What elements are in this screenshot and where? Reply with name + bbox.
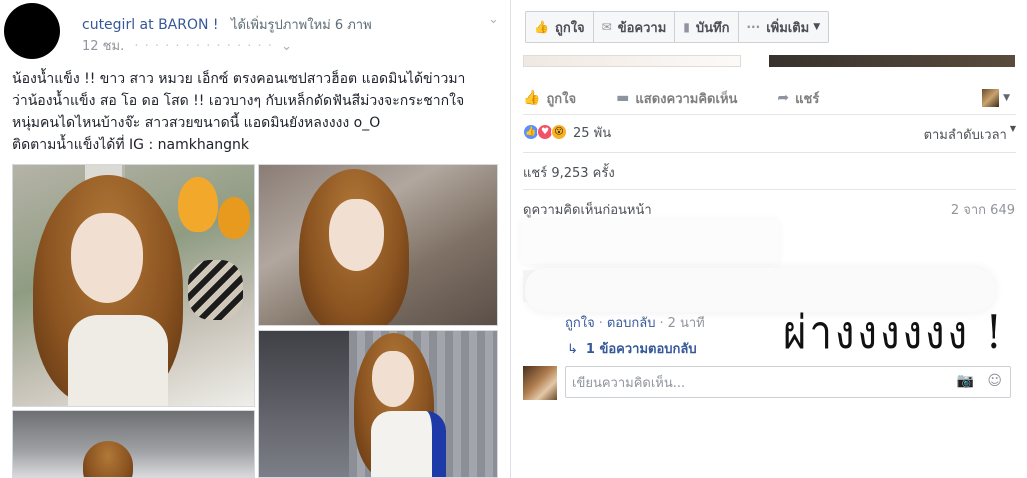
comments-panel: 👍 ถูกใจ ✉ ข้อความ ▮ บันทึก ··· เพิ่มเติม… <box>510 0 1027 478</box>
view-replies-link[interactable]: ↳ 1 ข้อความตอบกลับ <box>567 338 697 359</box>
like-label: ถูกใจ <box>546 91 577 107</box>
thumbs-up-icon: 👍 <box>534 20 549 34</box>
photo-character-dress <box>68 315 168 406</box>
comment-as-selector[interactable]: ▼ <box>982 88 1010 108</box>
photo-character-dress <box>371 411 446 477</box>
post-photo-4[interactable] <box>12 410 255 478</box>
thumbs-up-icon: 👍 <box>523 90 541 106</box>
user-avatar[interactable] <box>523 366 557 400</box>
redacted-comment <box>521 220 779 264</box>
post-text-line: หนุ่มคนไดไหนบ้างจ๊ะ สาวสวยขนาดนี้ แอดมิน… <box>12 115 381 131</box>
comment-input[interactable]: เขียนความคิดเห็น... 📷 ☺ <box>565 366 1011 398</box>
page-message-label: ข้อความ <box>617 20 667 36</box>
post-timestamp: 12 ชม. · · · · · · · · · · · · · · ⌄ <box>82 35 292 56</box>
post-photo-2[interactable] <box>258 164 498 326</box>
comment-like-link[interactable]: ถูกใจ <box>565 316 595 331</box>
post-action-text: ได้เพิ่มรูปภาพใหม่ 6 ภาพ <box>230 18 372 33</box>
page-message-button[interactable]: ✉ ข้อความ <box>594 12 676 42</box>
divider <box>523 152 1016 153</box>
post-text-line: น้องน้ำแข็ง !! ขาว สาว หมวย เอ็กซ์ ตรงคอ… <box>12 71 466 87</box>
separator-dot: · <box>659 316 664 331</box>
page-save-label: บันทึก <box>695 20 730 36</box>
comment-input-placeholder: เขียนความคิดเห็น... <box>572 375 686 391</box>
post-text-line: ติดตามน้ำแข็งได้ที่ IG : namkhangnk <box>12 137 250 153</box>
view-previous-comments-link[interactable]: ดูความคิดเห็นก่อนหน้า <box>523 199 652 220</box>
emoji-icon[interactable]: ☺ <box>987 373 1002 389</box>
post-photo-3[interactable] <box>258 330 498 478</box>
redacted-location: · · · · · · · · · · · · · · <box>134 39 273 54</box>
replies-label: 1 ข้อความตอบกลับ <box>585 342 697 357</box>
comment-time[interactable]: 2 นาที <box>668 316 705 331</box>
caret-down-icon: ▼ <box>1009 124 1016 133</box>
cropped-photo[interactable] <box>769 55 1015 67</box>
photo-character-face <box>372 351 414 407</box>
comment-button[interactable]: ▬ แสดงความคิดเห็น <box>616 88 737 109</box>
photo-character-hair <box>83 441 133 477</box>
comment-meta: ถูกใจ · ตอบกลับ · 2 นาที <box>565 312 705 333</box>
post-text: น้องน้ำแข็ง !! ขาว สาว หมวย เอ็กซ์ ตรงคอ… <box>12 68 506 156</box>
user-avatar-small <box>982 89 1000 107</box>
page-like-button[interactable]: 👍 ถูกใจ <box>526 12 594 42</box>
post-time-text[interactable]: 12 ชม. <box>82 39 124 54</box>
camera-icon[interactable]: 📷 <box>957 373 974 389</box>
share-arrow-icon: ➦ <box>777 90 790 106</box>
divider <box>523 114 1016 115</box>
sort-label: ตามลำดับเวลา <box>923 128 1007 143</box>
caret-down-icon: ▼ <box>1003 93 1010 103</box>
comment-bubble-icon: ▬ <box>616 90 630 106</box>
photo-vase <box>188 260 243 320</box>
separator-dot: · <box>598 316 603 331</box>
page-more-label: เพิ่มเติม <box>766 20 810 36</box>
wow-reaction-icon: 😮 <box>551 124 567 140</box>
reaction-count[interactable]: 25 พัน <box>573 122 611 143</box>
comment-reply-link[interactable]: ตอบกลับ <box>607 316 656 331</box>
post-menu-chevron-icon[interactable]: ⌄ <box>488 12 499 27</box>
share-count[interactable]: แชร์ 9,253 ครั้ง <box>523 162 615 183</box>
reply-arrow-icon: ↳ <box>567 342 578 357</box>
share-button[interactable]: ➦ แชร์ <box>777 88 819 109</box>
page-action-bar: 👍 ถูกใจ ✉ ข้อความ ▮ บันทึก ··· เพิ่มเติม… <box>525 11 830 43</box>
author-name[interactable]: cutegirl at BARON ! <box>82 17 219 33</box>
caret-down-icon: ▼ <box>813 22 821 32</box>
photo-tulip <box>218 197 250 239</box>
page-more-button[interactable]: ··· เพิ่มเติม ▼ <box>739 12 829 42</box>
page-like-label: ถูกใจ <box>554 20 585 36</box>
photo-strip-cropped <box>523 55 1015 67</box>
audience-chevron-icon[interactable]: ⌄ <box>281 39 292 54</box>
bookmark-icon: ▮ <box>683 20 690 34</box>
like-button[interactable]: 👍 ถูกใจ <box>523 88 576 109</box>
post-header: cutegirl at BARON ! ได้เพิ่มรูปภาพใหม่ 6… <box>82 14 372 35</box>
blank-area <box>511 405 1027 478</box>
photo-tulip <box>178 177 218 232</box>
comment-label: แสดงความคิดเห็น <box>635 91 738 107</box>
cropped-photo[interactable] <box>523 55 741 67</box>
page-save-button[interactable]: ▮ บันทึก <box>675 12 739 42</box>
photo-character-face <box>329 199 384 271</box>
share-label: แชร์ <box>795 91 820 107</box>
author-avatar-redacted[interactable] <box>4 3 60 59</box>
divider <box>523 189 1016 190</box>
photo-character-face <box>71 213 143 303</box>
reaction-summary[interactable]: 👍 ♥ 😮 25 พัน ตามลำดับเวลา ▼ <box>523 122 1016 145</box>
post-photo-1[interactable] <box>12 164 255 407</box>
post-text-line: ว่าน้องน้ำแข็ง สอ โอ ดอ โสด !! เอวบางๆ ก… <box>12 93 465 109</box>
handwritten-annotation: ผ่างงงงงง ! <box>783 306 1005 360</box>
more-dots-icon: ··· <box>746 20 761 34</box>
messenger-icon: ✉ <box>601 20 612 34</box>
comment-sort-dropdown[interactable]: ตามลำดับเวลา ▼ <box>924 124 1016 145</box>
post-action-row: 👍 ถูกใจ ▬ แสดงความคิดเห็น ➦ แชร์ ▼ <box>523 86 1016 110</box>
post-panel: cutegirl at BARON ! ได้เพิ่มรูปภาพใหม่ 6… <box>0 0 510 478</box>
comment-pagination-count: 2 จาก 649 <box>950 203 1015 218</box>
